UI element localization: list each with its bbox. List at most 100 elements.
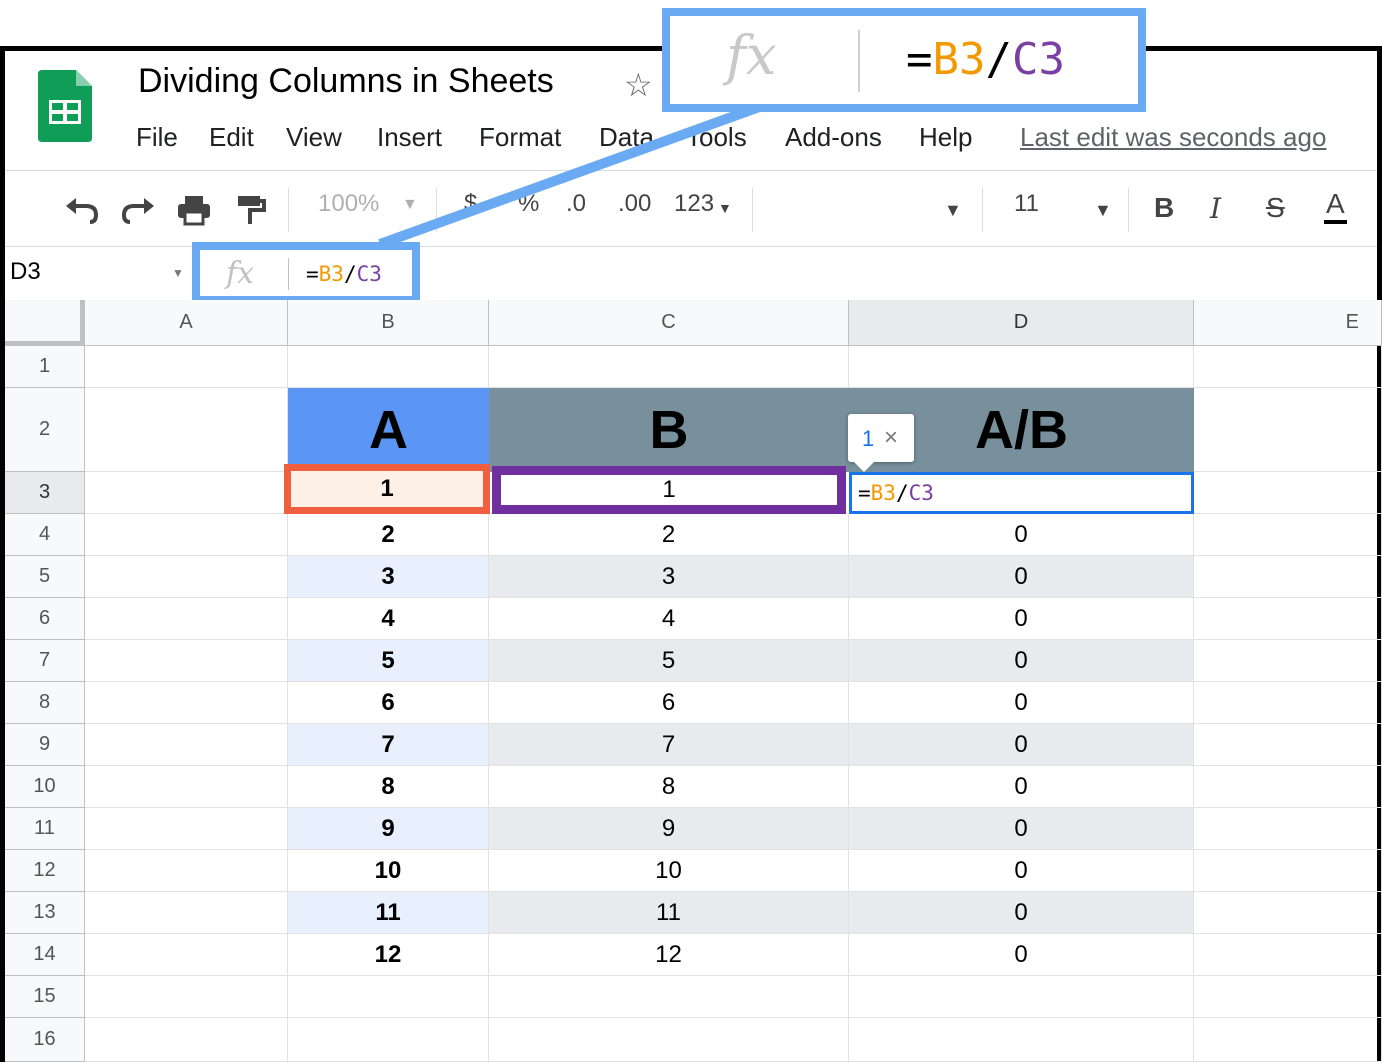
cell-a10[interactable] <box>85 766 288 808</box>
cell-d13[interactable]: 0 <box>849 892 1194 934</box>
cell-e4[interactable] <box>1194 514 1382 556</box>
cell-e11[interactable] <box>1194 808 1382 850</box>
text-color-button[interactable]: A <box>1324 188 1347 224</box>
select-all-corner[interactable] <box>5 300 85 346</box>
cell-c12[interactable]: 10 <box>489 850 849 892</box>
column-header-a[interactable]: A <box>85 300 288 346</box>
cell-b6[interactable]: 4 <box>288 598 489 640</box>
last-edit-link[interactable]: Last edit was seconds ago <box>1020 122 1326 153</box>
column-header-c[interactable]: C <box>489 300 849 346</box>
menu-file[interactable]: File <box>136 122 178 153</box>
cell-d6[interactable]: 0 <box>849 598 1194 640</box>
close-icon[interactable]: × <box>884 424 898 452</box>
cell-c13[interactable]: 11 <box>489 892 849 934</box>
cell-b7[interactable]: 5 <box>288 640 489 682</box>
row-header-16[interactable]: 16 <box>5 1018 85 1062</box>
column-header-b[interactable]: B <box>288 300 489 346</box>
cell-b13[interactable]: 11 <box>288 892 489 934</box>
number-format-button[interactable]: 123 <box>674 190 714 218</box>
row-header-5[interactable]: 5 <box>5 556 85 598</box>
cell-a1[interactable] <box>85 346 288 388</box>
increase-decimal-button[interactable]: .00 <box>618 190 651 218</box>
formula-text[interactable]: =B3/C3 <box>306 262 382 286</box>
cell-c7[interactable]: 5 <box>489 640 849 682</box>
column-header-e[interactable]: E <box>1194 300 1382 346</box>
row-header-4[interactable]: 4 <box>5 514 85 556</box>
bold-button[interactable]: B <box>1154 192 1174 224</box>
cell-b9[interactable]: 7 <box>288 724 489 766</box>
document-title[interactable]: Dividing Columns in Sheets <box>138 62 554 101</box>
row-header-13[interactable]: 13 <box>5 892 85 934</box>
dropdown-arrow-icon[interactable]: ▼ <box>718 200 732 216</box>
referenced-cell-b3[interactable]: 1 <box>284 464 490 514</box>
dropdown-arrow-icon[interactable]: ▼ <box>402 196 418 214</box>
cell-b14[interactable]: 12 <box>288 934 489 976</box>
cell-e5[interactable] <box>1194 556 1382 598</box>
font-select-dropdown-icon[interactable]: ▼ <box>944 200 962 221</box>
cell-b16[interactable] <box>288 1018 489 1062</box>
cell-b15[interactable] <box>288 976 489 1018</box>
currency-format-button[interactable]: $ <box>464 190 477 218</box>
cell-a5[interactable] <box>85 556 288 598</box>
name-box[interactable]: D3 <box>10 258 41 286</box>
cell-e10[interactable] <box>1194 766 1382 808</box>
active-cell-d3[interactable]: =B3/C3 <box>849 472 1194 514</box>
cell-b8[interactable]: 6 <box>288 682 489 724</box>
cell-a16[interactable] <box>85 1018 288 1062</box>
cell-a4[interactable] <box>85 514 288 556</box>
cell-c8[interactable]: 6 <box>489 682 849 724</box>
cell-a14[interactable] <box>85 934 288 976</box>
cell-b4[interactable]: 2 <box>288 514 489 556</box>
cell-c4[interactable]: 2 <box>489 514 849 556</box>
cell-e1[interactable] <box>1194 346 1382 388</box>
cell-a13[interactable] <box>85 892 288 934</box>
cell-d8[interactable]: 0 <box>849 682 1194 724</box>
cell-a2[interactable] <box>85 388 288 472</box>
cell-e9[interactable] <box>1194 724 1382 766</box>
cell-c15[interactable] <box>489 976 849 1018</box>
print-icon[interactable] <box>176 194 212 226</box>
cell-c11[interactable]: 9 <box>489 808 849 850</box>
row-header-10[interactable]: 10 <box>5 766 85 808</box>
decrease-decimal-button[interactable]: .0 <box>566 190 586 218</box>
cell-a9[interactable] <box>85 724 288 766</box>
cell-a11[interactable] <box>85 808 288 850</box>
cell-b1[interactable] <box>288 346 489 388</box>
row-header-7[interactable]: 7 <box>5 640 85 682</box>
cell-b11[interactable]: 9 <box>288 808 489 850</box>
cell-e8[interactable] <box>1194 682 1382 724</box>
row-header-9[interactable]: 9 <box>5 724 85 766</box>
cell-e12[interactable] <box>1194 850 1382 892</box>
menu-addons[interactable]: Add-ons <box>785 122 882 153</box>
cell-c10[interactable]: 8 <box>489 766 849 808</box>
cell-e7[interactable] <box>1194 640 1382 682</box>
zoom-select[interactable]: 100% <box>318 190 379 218</box>
cell-e13[interactable] <box>1194 892 1382 934</box>
font-size-select[interactable]: 11 <box>1014 190 1039 218</box>
cell-d16[interactable] <box>849 1018 1194 1062</box>
cell-c16[interactable] <box>489 1018 849 1062</box>
menu-view[interactable]: View <box>286 122 342 153</box>
cell-a15[interactable] <box>85 976 288 1018</box>
row-header-8[interactable]: 8 <box>5 682 85 724</box>
menu-edit[interactable]: Edit <box>209 122 254 153</box>
formula-bar[interactable]: fx =B3/C3 <box>192 242 420 304</box>
cell-b10[interactable]: 8 <box>288 766 489 808</box>
undo-icon[interactable] <box>64 196 100 224</box>
cell-d15[interactable] <box>849 976 1194 1018</box>
menu-insert[interactable]: Insert <box>377 122 442 153</box>
cell-a7[interactable] <box>85 640 288 682</box>
cell-formula-text[interactable]: =B3/C3 <box>858 481 934 505</box>
row-header-3[interactable]: 3 <box>5 472 85 514</box>
header-cell-a[interactable]: A <box>288 388 489 472</box>
menu-help[interactable]: Help <box>919 122 972 153</box>
cell-d4[interactable]: 0 <box>849 514 1194 556</box>
cell-d9[interactable]: 0 <box>849 724 1194 766</box>
cell-e3[interactable] <box>1194 472 1382 514</box>
cell-d5[interactable]: 0 <box>849 556 1194 598</box>
row-header-15[interactable]: 15 <box>5 976 85 1018</box>
cell-b5[interactable]: 3 <box>288 556 489 598</box>
italic-button[interactable]: I <box>1210 192 1221 225</box>
column-header-d[interactable]: D <box>849 300 1194 346</box>
name-box-dropdown-icon[interactable]: ▼ <box>172 266 184 280</box>
